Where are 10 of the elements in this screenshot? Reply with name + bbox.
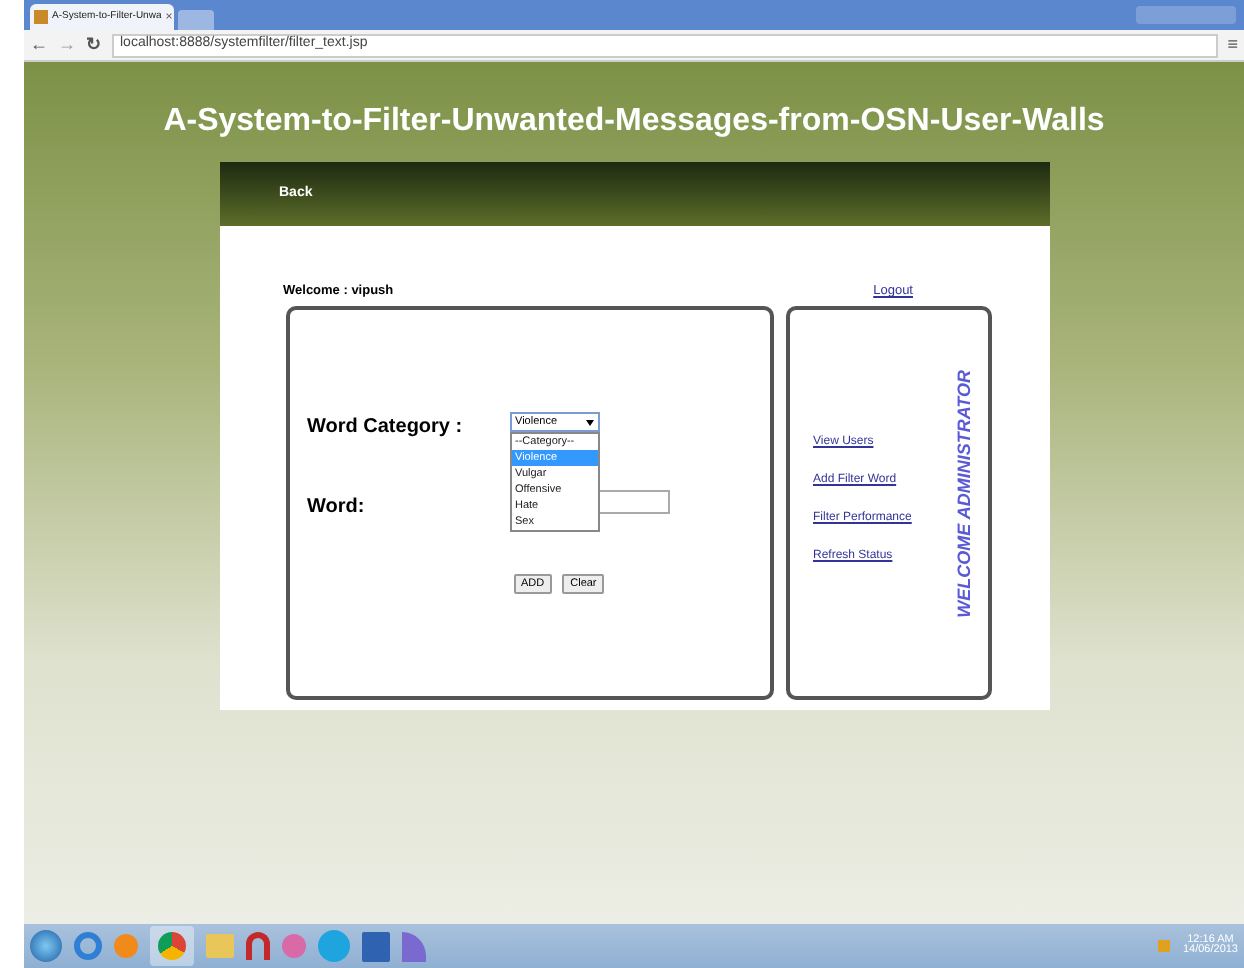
stamp-label: WELCOME ADMINISTRATOR bbox=[953, 370, 975, 618]
page-icon bbox=[34, 10, 48, 24]
reload-icon[interactable]: ↻ bbox=[86, 36, 102, 54]
category-label: Word Category : bbox=[307, 414, 463, 442]
word-label: Word: bbox=[307, 494, 365, 522]
page-title: A-System-to-Filter-Unwanted-Messages-from-OSN-User-Walls bbox=[163, 102, 1105, 142]
back-arrow-icon[interactable]: ← bbox=[30, 36, 48, 54]
menu-icon[interactable]: ≡ bbox=[1227, 36, 1238, 54]
start-orb-icon[interactable] bbox=[30, 930, 62, 962]
dropdown-arrow-icon bbox=[585, 419, 593, 425]
